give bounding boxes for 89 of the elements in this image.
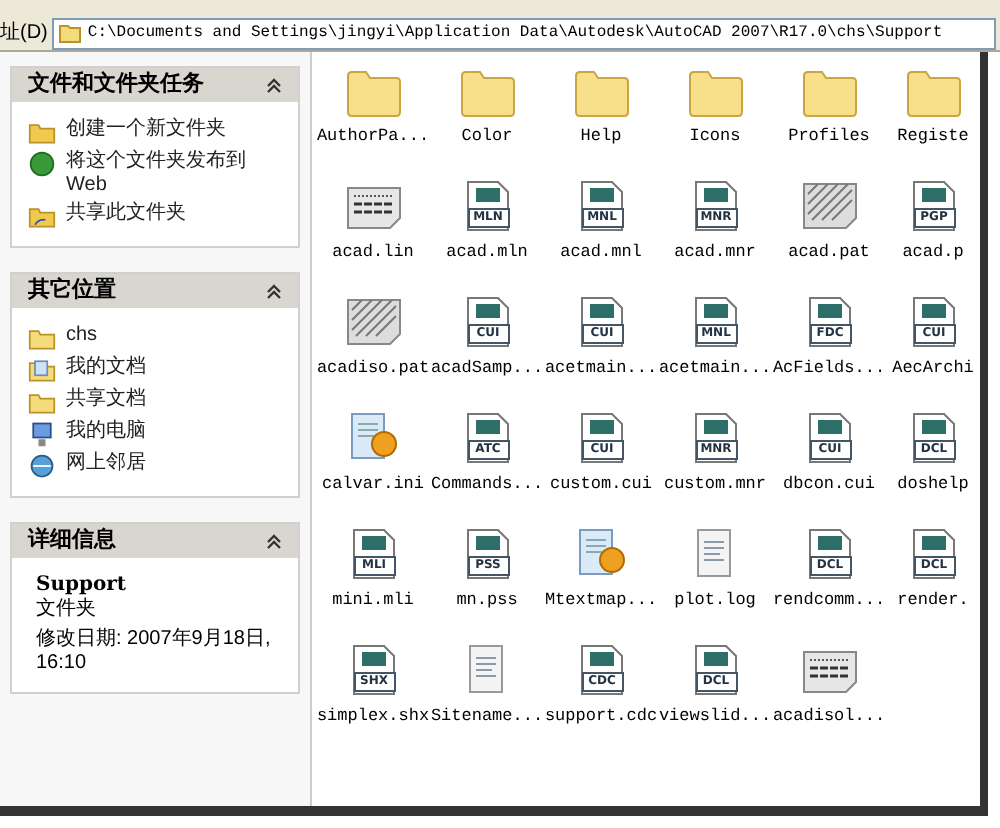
shared-folder-icon — [28, 202, 56, 230]
file-name: simplex.shx — [316, 704, 430, 730]
file-name: acad.lin — [332, 240, 414, 266]
hatch-file-icon — [343, 294, 403, 350]
hatch-file-icon — [799, 178, 859, 234]
file-name: AcFields... — [772, 356, 886, 382]
file-item[interactable]: Color — [430, 56, 544, 172]
folder-icon — [343, 66, 403, 118]
file-name: custom.mnr — [663, 472, 766, 498]
folder-icon — [685, 66, 745, 118]
folder-icon — [28, 388, 56, 416]
document-folder-icon — [28, 356, 56, 384]
folder-icon — [903, 66, 963, 118]
address-label: 址(D) — [0, 19, 48, 48]
panel-title: 文件和文件夹任务 — [28, 69, 204, 101]
task-link[interactable]: 共享文档 — [66, 388, 146, 412]
task-link[interactable]: chs — [66, 324, 98, 348]
file-name: acetmain... — [658, 356, 772, 382]
network-icon — [28, 452, 56, 480]
panel-title: 详细信息 — [28, 525, 116, 557]
panel-header[interactable]: 详细信息 — [12, 524, 298, 558]
modified-date: 修改日期: 2007年9月18日, 16:10 — [36, 628, 273, 676]
folder-icon — [28, 324, 56, 352]
file-name: custom.cui — [549, 472, 652, 498]
file-name: viewslid... — [658, 704, 772, 730]
folder-icon — [28, 118, 56, 146]
file-name: Color — [461, 124, 513, 150]
folder-type: 文件夹 — [36, 598, 98, 622]
panel-header[interactable]: 其它位置 — [12, 274, 298, 308]
file-item[interactable]: Icons — [658, 56, 772, 172]
file-item[interactable]: Profiles — [772, 56, 886, 172]
folder-icon — [57, 22, 82, 44]
file-name: Sitename... — [430, 704, 544, 730]
folder-name: Support — [36, 574, 129, 597]
file-name: render. — [897, 588, 969, 614]
file-item[interactable]: plot.log — [658, 520, 772, 636]
file-name: Registe — [897, 124, 969, 150]
collapse-icon[interactable] — [266, 283, 282, 299]
file-item[interactable]: AuthorPa... — [316, 56, 430, 172]
file-name: Profiles — [788, 124, 870, 150]
file-item[interactable]: calvar.ini — [316, 404, 430, 520]
file-name: Commands... — [430, 472, 544, 498]
file-name: Icons — [689, 124, 741, 150]
file-name: acadiso.pat — [316, 356, 430, 382]
file-name: acetmain... — [544, 356, 658, 382]
file-item[interactable]: Sitename... — [430, 636, 544, 752]
file-name: AecArchi — [892, 356, 974, 382]
file-name: acad.mnl — [560, 240, 642, 266]
task-link[interactable]: 我的电脑 — [66, 420, 146, 444]
file-name: rendcomm... — [772, 588, 886, 614]
collapse-icon[interactable] — [266, 77, 282, 93]
file-name: dbcon.cui — [783, 472, 875, 498]
file-item[interactable]: acad.lin — [316, 172, 430, 288]
folder-icon — [457, 66, 517, 118]
file-item[interactable]: acadiso.pat — [316, 288, 430, 404]
task-link[interactable]: 我的文档 — [66, 356, 146, 380]
computer-icon — [28, 420, 56, 448]
file-name: mini.mli — [332, 588, 414, 614]
task-link[interactable]: 将这个文件夹发布到 Web — [66, 150, 246, 198]
task-link[interactable]: 网上邻居 — [66, 452, 146, 476]
address-path: C:\Documents and Settings\jingyi\Application Data\Autodesk\AutoCAD 2007\R17.0\chs\Support — [87, 21, 943, 45]
file-name: mn.pss — [456, 588, 518, 614]
file-name: AuthorPa... — [316, 124, 430, 150]
file-name: acad.p — [902, 240, 964, 266]
file-name: Mtextmap... — [544, 588, 658, 614]
globe-icon — [28, 150, 56, 178]
file-name: acad.mln — [446, 240, 528, 266]
task-link[interactable]: 共享此文件夹 — [66, 202, 186, 226]
task-link[interactable]: 创建一个新文件夹 — [66, 118, 226, 142]
file-name: doshelp — [897, 472, 969, 498]
file-item[interactable]: acadisol... — [772, 636, 886, 752]
panel-title: 其它位置 — [28, 275, 116, 307]
collapse-icon[interactable] — [266, 533, 282, 549]
file-item[interactable]: Mtextmap... — [544, 520, 658, 636]
file-item[interactable]: acad.pat — [772, 172, 886, 288]
folder-icon — [571, 66, 631, 118]
file-name: acad.pat — [788, 240, 870, 266]
file-name: acadisol... — [772, 704, 886, 730]
panel-header[interactable]: 文件和文件夹任务 — [12, 68, 298, 102]
file-name: plot.log — [674, 588, 756, 614]
file-item[interactable]: Help — [544, 56, 658, 172]
file-name: Help — [580, 124, 622, 150]
file-name: calvar.ini — [321, 472, 424, 498]
file-item[interactable]: Registe — [886, 56, 980, 172]
file-name: acadSamp... — [430, 356, 544, 382]
folder-icon — [799, 66, 859, 118]
address-field[interactable]: C:\Documents and Settings\jingyi\Application Data\Autodesk\AutoCAD 2007\R17.0\chs\Support — [51, 17, 996, 49]
file-name: support.cdc — [544, 704, 658, 730]
file-name: acad.mnr — [674, 240, 756, 266]
